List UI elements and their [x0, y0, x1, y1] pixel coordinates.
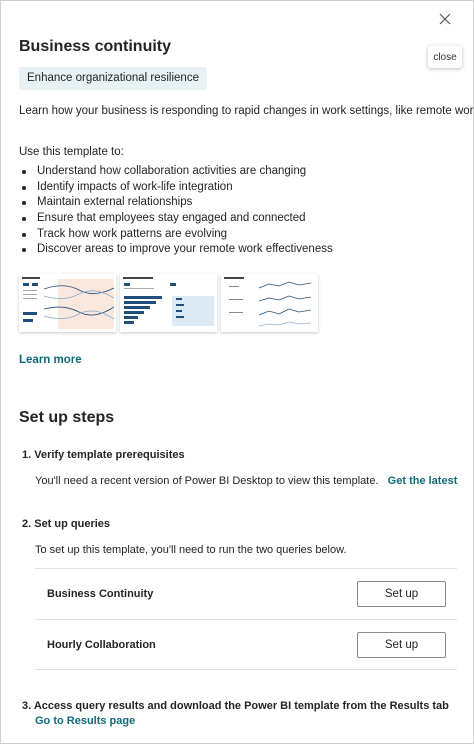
query-name: Hourly Collaboration — [47, 638, 156, 651]
list-item: Ensure that employees stay engaged and c… — [19, 211, 333, 227]
dashboard-preview-image — [123, 277, 214, 326]
bullet-icon — [22, 185, 26, 190]
step-2-heading: 2. Set up queries — [22, 518, 111, 530]
preview-thumbnail-1[interactable] — [19, 274, 116, 332]
template-preview-thumbnails — [19, 274, 318, 332]
go-to-results-link[interactable]: Go to Results page — [35, 715, 135, 727]
learn-more-link[interactable]: Learn more — [19, 354, 82, 366]
step-3-heading: 3. Access query results and download the… — [22, 700, 449, 712]
dashboard-preview-image — [22, 277, 115, 329]
set-up-button-hourly-collaboration[interactable]: Set up — [357, 631, 446, 658]
list-item: Identify impacts of work-life integratio… — [19, 180, 333, 196]
use-template-label: Use this template to: — [19, 146, 124, 158]
preview-thumbnail-2[interactable] — [120, 274, 217, 332]
list-item: Discover areas to improve your remote wo… — [19, 242, 333, 258]
bullet-icon — [22, 216, 26, 221]
category-tag: Enhance organizational resilience — [19, 67, 207, 90]
setup-steps-heading: Set up steps — [19, 409, 115, 426]
bullet-icon — [22, 232, 26, 237]
bullet-icon — [22, 169, 26, 174]
template-details-panel: close Business continuity Enhance organi… — [0, 0, 474, 744]
query-row-business-continuity: Business Continuity Set up — [35, 568, 457, 619]
get-the-latest-link[interactable]: Get the latest — [388, 475, 458, 487]
bullet-icon — [22, 201, 26, 206]
query-row-hourly-collaboration: Hourly Collaboration Set up — [35, 619, 457, 670]
set-up-button-business-continuity[interactable]: Set up — [357, 581, 446, 607]
panel-title: Business continuity — [19, 38, 172, 55]
step-2-text: To set up this template, you'll need to … — [35, 544, 347, 556]
close-icon — [439, 13, 451, 25]
preview-thumbnail-3[interactable] — [221, 274, 318, 332]
dashboard-preview-image — [224, 277, 312, 327]
list-item: Understand how collaboration activities … — [19, 164, 333, 180]
queries-table: Business Continuity Set up Hourly Collab… — [35, 568, 457, 670]
use-cases-list: Understand how collaboration activities … — [19, 164, 333, 258]
bullet-icon — [22, 248, 26, 253]
step-1-heading: 1. Verify template prerequisites — [22, 449, 185, 461]
list-item: Maintain external relationships — [19, 195, 333, 211]
list-item: Track how work patterns are evolving — [19, 227, 333, 243]
close-tooltip: close — [428, 46, 462, 68]
query-name: Business Continuity — [47, 588, 154, 600]
step-1-text: You'll need a recent version of Power BI… — [35, 475, 458, 487]
close-button[interactable] — [435, 9, 455, 29]
template-description: Learn how your business is responding to… — [19, 105, 474, 117]
